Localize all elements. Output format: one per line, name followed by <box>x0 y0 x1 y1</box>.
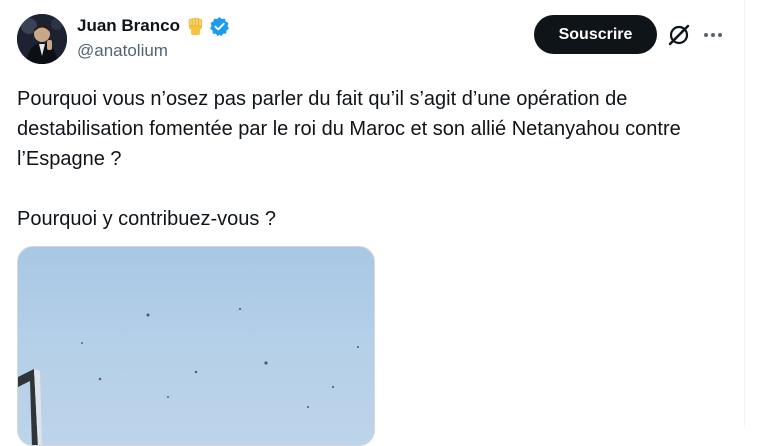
tweet-text-paragraph-1: Pourquoi vous n’osez pas parler du fait … <box>17 88 681 170</box>
author-name[interactable]: Juan Branco <box>77 16 180 36</box>
verified-badge-icon[interactable] <box>209 16 230 37</box>
author-handle[interactable]: @anatolium <box>77 41 168 61</box>
tweet: Juan Branco @anatolium Souscrire Pourquo… <box>0 0 744 446</box>
raised-fist-icon <box>185 16 206 37</box>
avatar[interactable] <box>17 14 67 64</box>
media-video-thumbnail[interactable] <box>17 246 375 446</box>
tweet-text-paragraph-2: Pourquoi y contribuez-vous ? <box>17 208 277 230</box>
media-sky-image <box>18 307 359 445</box>
column-divider <box>744 0 745 427</box>
grok-icon[interactable] <box>666 22 692 48</box>
more-horizontal-icon[interactable] <box>700 22 726 48</box>
author-name-row[interactable]: Juan Branco <box>77 15 230 37</box>
tweet-text: Pourquoi vous n’osez pas parler du fait … <box>17 84 717 234</box>
subscribe-button[interactable]: Souscrire <box>534 15 657 54</box>
